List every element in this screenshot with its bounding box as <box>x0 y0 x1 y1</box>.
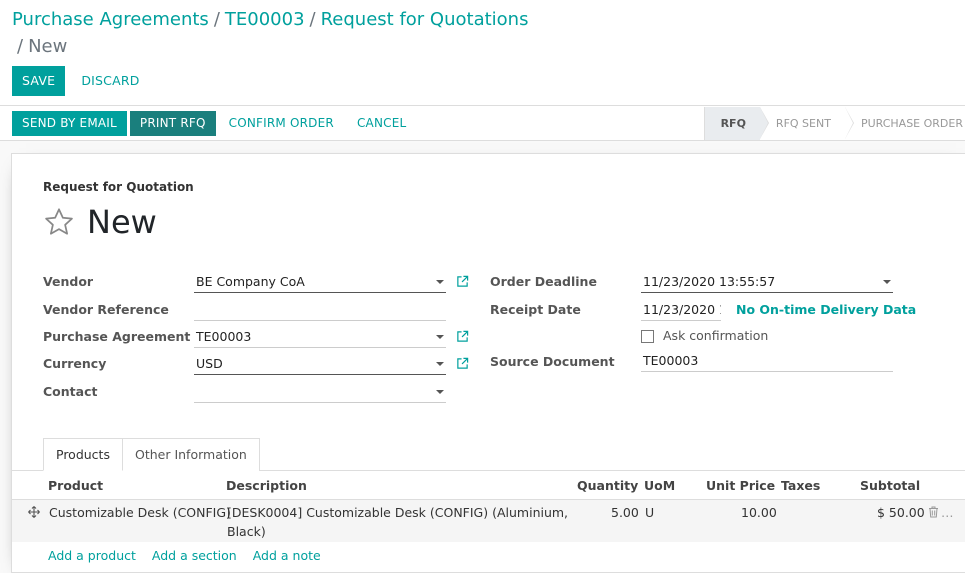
purchase-agreement-field[interactable]: TE00003 <box>194 326 446 348</box>
contact-label: Contact <box>43 384 98 399</box>
col-subtotal[interactable]: Subtotal <box>860 478 920 493</box>
tab-products[interactable]: Products <box>43 438 123 471</box>
stage-rfq[interactable]: RFQ <box>704 107 770 140</box>
col-description[interactable]: Description <box>226 478 307 493</box>
star-icon[interactable] <box>43 206 75 238</box>
breadcrumb-separator: / <box>309 9 316 30</box>
col-uom[interactable]: UoM <box>644 478 675 493</box>
tab-other-information[interactable]: Other Information <box>122 438 260 471</box>
send-by-email-button[interactable]: SEND BY EMAIL <box>12 111 127 136</box>
add-section-link[interactable]: Add a section <box>152 548 237 563</box>
vendor-label: Vendor <box>43 274 94 289</box>
col-quantity[interactable]: Quantity <box>577 478 638 493</box>
breadcrumb-purchase-agreements[interactable]: Purchase Agreements <box>12 9 209 30</box>
title-row: New <box>43 202 157 242</box>
vendor-reference-field[interactable] <box>194 299 446 321</box>
breadcrumb-separator: / <box>213 9 220 30</box>
order-deadline-value: 11/23/2020 13:55:57 <box>643 274 776 289</box>
confirm-order-button[interactable]: CONFIRM ORDER <box>219 111 344 136</box>
currency-value: USD <box>196 356 223 371</box>
source-document-value: TE00003 <box>643 353 699 368</box>
products-table-header: Product Description Quantity UoM Unit Pr… <box>12 472 965 500</box>
form-buttons: SAVE DISCARD <box>12 66 150 96</box>
ask-confirmation-checkbox[interactable] <box>641 330 654 343</box>
vendor-reference-value <box>194 302 196 317</box>
row-product[interactable]: Customizable Desk (CONFIG) <box>49 505 231 520</box>
contact-field[interactable] <box>194 381 446 403</box>
order-deadline-field[interactable]: 11/23/2020 13:55:57 <box>641 271 893 293</box>
row-quantity[interactable]: 5.00 <box>611 505 639 520</box>
currency-field[interactable]: USD <box>194 353 446 375</box>
row-description-line2[interactable]: Black) <box>227 524 266 539</box>
drag-handle-icon[interactable] <box>28 506 40 518</box>
vendor-field[interactable]: BE Company CoA <box>194 271 446 293</box>
order-deadline-label: Order Deadline <box>490 274 597 289</box>
cancel-button[interactable]: CANCEL <box>347 111 416 136</box>
status-bar-buttons: SEND BY EMAIL PRINT RFQ CONFIRM ORDER CA… <box>12 111 416 136</box>
caret-down-icon[interactable] <box>436 280 444 284</box>
row-uom[interactable]: U <box>645 505 654 520</box>
column-options-icon[interactable]: ⋮ <box>960 476 965 492</box>
breadcrumb-agreement[interactable]: TE00003 <box>225 9 305 30</box>
col-taxes[interactable]: Taxes <box>781 478 820 493</box>
document-type-label: Request for Quotation <box>43 180 194 194</box>
row-description-line1[interactable]: [DESK0004] Customizable Desk (CONFIG) (A… <box>227 505 568 520</box>
ask-confirmation-label: Ask confirmation <box>663 328 769 343</box>
trash-overflow: … <box>941 505 954 520</box>
source-document-label: Source Document <box>490 354 615 369</box>
breadcrumb: Purchase Agreements / TE00003/Request for … <box>12 8 572 32</box>
col-product[interactable]: Product <box>48 478 103 493</box>
breadcrumb-current-line: / New <box>12 35 67 59</box>
external-link-icon[interactable] <box>456 330 469 343</box>
stage-rfq-sent[interactable]: RFQ SENT <box>759 107 854 140</box>
print-rfq-button[interactable]: PRINT RFQ <box>129 111 216 136</box>
currency-label: Currency <box>43 356 107 371</box>
control-panel: Purchase Agreements / TE00003/Request for … <box>0 0 965 106</box>
record-name: New <box>87 203 157 241</box>
receipt-date-value: 11/23/2020 1 <box>643 302 721 317</box>
receipt-date-label: Receipt Date <box>490 302 581 317</box>
breadcrumb-rfq[interactable]: Request for Quotations <box>321 9 529 30</box>
purchase-agreement-label: Purchase Agreement <box>43 329 191 344</box>
external-link-icon[interactable] <box>456 357 469 370</box>
external-link-icon[interactable] <box>456 275 469 288</box>
add-line-links: Add a product Add a section Add a note <box>48 548 321 563</box>
breadcrumb-separator: / <box>17 36 24 57</box>
notebook-tabs: Products Other Information <box>43 438 260 471</box>
caret-down-icon[interactable] <box>436 335 444 339</box>
on-time-delivery-link[interactable]: No On-time Delivery Data <box>736 302 916 317</box>
trash-icon[interactable] <box>928 506 939 518</box>
add-product-link[interactable]: Add a product <box>48 548 136 563</box>
add-note-link[interactable]: Add a note <box>253 548 321 563</box>
status-bar: SEND BY EMAIL PRINT RFQ CONFIRM ORDER CA… <box>0 107 965 141</box>
discard-button[interactable]: DISCARD <box>71 66 149 96</box>
stage-purchase-order[interactable]: PURCHASE ORDER <box>844 107 965 140</box>
receipt-date-field[interactable]: 11/23/2020 1 <box>641 299 721 321</box>
table-row[interactable]: Customizable Desk (CONFIG) [DESK0004] Cu… <box>12 500 965 542</box>
caret-down-icon[interactable] <box>436 390 444 394</box>
vendor-reference-label: Vendor Reference <box>43 302 169 317</box>
save-button[interactable]: SAVE <box>12 66 66 96</box>
contact-value <box>194 384 196 399</box>
source-document-field[interactable]: TE00003 <box>641 350 893 372</box>
stage-pipeline: RFQ RFQ SENT PURCHASE ORDER <box>703 107 965 140</box>
vendor-value: BE Company CoA <box>196 274 305 289</box>
purchase-agreement-value: TE00003 <box>196 329 252 344</box>
breadcrumb-current: New <box>28 36 68 57</box>
caret-down-icon[interactable] <box>883 280 891 284</box>
col-unit-price[interactable]: Unit Price <box>706 478 775 493</box>
caret-down-icon[interactable] <box>436 362 444 366</box>
row-unit-price[interactable]: 10.00 <box>741 505 777 520</box>
row-subtotal: $ 50.00 <box>877 505 925 520</box>
form-sheet: Request for Quotation New Vendor BE Comp… <box>11 153 965 573</box>
